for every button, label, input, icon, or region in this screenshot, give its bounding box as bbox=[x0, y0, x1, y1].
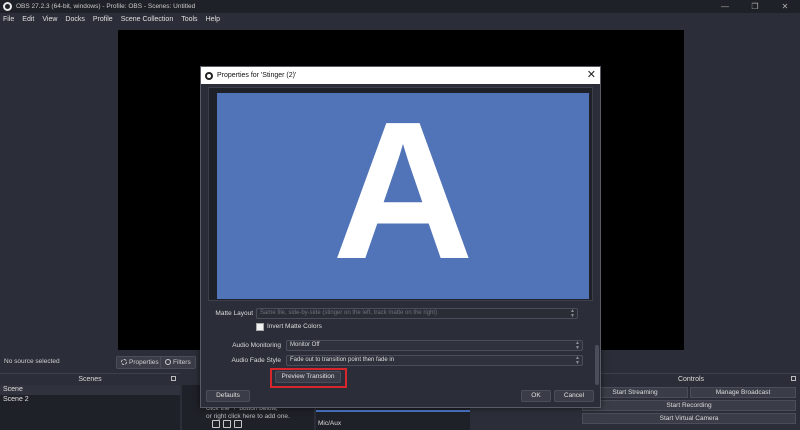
audio-fade-style-value: Fade out to transition point then fade i… bbox=[290, 357, 395, 363]
controls-panel: Start Streaming Manage Broadcast Start R… bbox=[582, 385, 800, 430]
window-controls: — ❐ ✕ bbox=[710, 0, 800, 13]
obs-logo-icon bbox=[3, 2, 12, 11]
audio-monitoring-value: Monitor Off bbox=[290, 342, 320, 348]
undock-icon[interactable] bbox=[171, 376, 176, 381]
controls-dock-header: Controls bbox=[582, 373, 800, 385]
invert-matte-label: Invert Matte Colors bbox=[267, 323, 322, 330]
matte-layout-select[interactable]: Same file, side-by-side (stinger on the … bbox=[256, 308, 578, 319]
matte-layout-label: Matte Layout bbox=[215, 310, 253, 317]
menu-profile[interactable]: Profile bbox=[93, 16, 113, 23]
source-status: No source selected bbox=[4, 358, 60, 365]
window-title: OBS 27.2.3 (64-bit, windows) - Profile: … bbox=[16, 3, 196, 10]
restore-icon[interactable]: ❐ bbox=[740, 0, 770, 13]
close-icon[interactable]: ✕ bbox=[770, 0, 800, 13]
minimize-icon[interactable]: — bbox=[710, 0, 740, 13]
sources-toolbar bbox=[212, 420, 242, 428]
menu-bar: File Edit View Docks Profile Scene Colle… bbox=[0, 13, 800, 26]
scene-list: Scene Scene 2 bbox=[0, 385, 180, 430]
filters-button[interactable]: Filters bbox=[160, 356, 196, 369]
controls-header: Controls bbox=[677, 376, 705, 383]
preview-letter: A bbox=[332, 93, 474, 299]
scene-item[interactable]: Scene 2 bbox=[0, 395, 180, 405]
undock-icon[interactable] bbox=[791, 376, 796, 381]
scene-item[interactable]: Scene bbox=[0, 385, 180, 395]
updown-arrows-icon: ▲ ▼ bbox=[575, 355, 580, 366]
mixer-channel-label: Mic/Aux bbox=[318, 420, 342, 427]
audio-monitoring-label: Audio Monitoring bbox=[232, 342, 281, 349]
properties-label: Properties bbox=[129, 359, 159, 366]
add-source-icon[interactable] bbox=[212, 420, 220, 428]
defaults-button[interactable]: Defaults bbox=[206, 390, 250, 402]
menu-view[interactable]: View bbox=[42, 16, 57, 23]
transition-preview-frame: A bbox=[208, 87, 593, 301]
highlight-box bbox=[270, 368, 347, 388]
properties-button[interactable]: Properties bbox=[116, 356, 164, 369]
updown-arrows-icon: ▲ ▼ bbox=[575, 340, 580, 351]
menu-file[interactable]: File bbox=[3, 16, 14, 23]
dialog-scrollbar[interactable] bbox=[594, 87, 600, 387]
cancel-button[interactable]: Cancel bbox=[554, 390, 594, 402]
gear-icon bbox=[121, 359, 127, 365]
menu-help[interactable]: Help bbox=[206, 16, 220, 23]
transition-preview: A bbox=[217, 93, 589, 299]
menu-tools[interactable]: Tools bbox=[181, 16, 197, 23]
menu-edit[interactable]: Edit bbox=[22, 16, 34, 23]
scenes-dock-header: Scenes bbox=[0, 373, 180, 385]
updown-arrows-icon: ▲ ▼ bbox=[570, 308, 575, 319]
audio-monitoring-select[interactable]: Monitor Off ▲ ▼ bbox=[286, 340, 583, 351]
title-bar: OBS 27.2.3 (64-bit, windows) - Profile: … bbox=[0, 0, 800, 13]
obs-logo-icon bbox=[205, 71, 213, 80]
scenes-header: Scenes bbox=[78, 376, 102, 383]
invert-matte-checkbox[interactable] bbox=[256, 323, 264, 331]
scrollbar-thumb[interactable] bbox=[595, 345, 599, 385]
volume-meter bbox=[316, 410, 470, 412]
menu-scene-collection[interactable]: Scene Collection bbox=[121, 16, 174, 23]
ok-button[interactable]: OK bbox=[521, 390, 551, 402]
filter-icon bbox=[165, 359, 171, 365]
remove-source-icon[interactable] bbox=[223, 420, 231, 428]
dialog-title: Properties for 'Stinger (2)' bbox=[217, 72, 297, 79]
audio-fade-style-select[interactable]: Fade out to transition point then fade i… bbox=[286, 355, 583, 366]
audio-fade-style-label: Audio Fade Style bbox=[231, 357, 281, 364]
dialog-title-bar: Properties for 'Stinger (2)' ✕ bbox=[201, 67, 600, 84]
start-virtual-camera-button[interactable]: Start Virtual Camera bbox=[582, 413, 796, 424]
manage-broadcast-button[interactable]: Manage Broadcast bbox=[690, 387, 796, 398]
filters-label: Filters bbox=[173, 359, 191, 366]
properties-dialog: Properties for 'Stinger (2)' ✕ A Matte L… bbox=[200, 66, 601, 408]
menu-docks[interactable]: Docks bbox=[65, 16, 84, 23]
matte-layout-value: Same file, side-by-side (stinger on the … bbox=[260, 310, 438, 316]
close-icon[interactable]: ✕ bbox=[587, 69, 596, 81]
source-settings-icon[interactable] bbox=[234, 420, 242, 428]
start-recording-button[interactable]: Start Recording bbox=[582, 400, 796, 411]
